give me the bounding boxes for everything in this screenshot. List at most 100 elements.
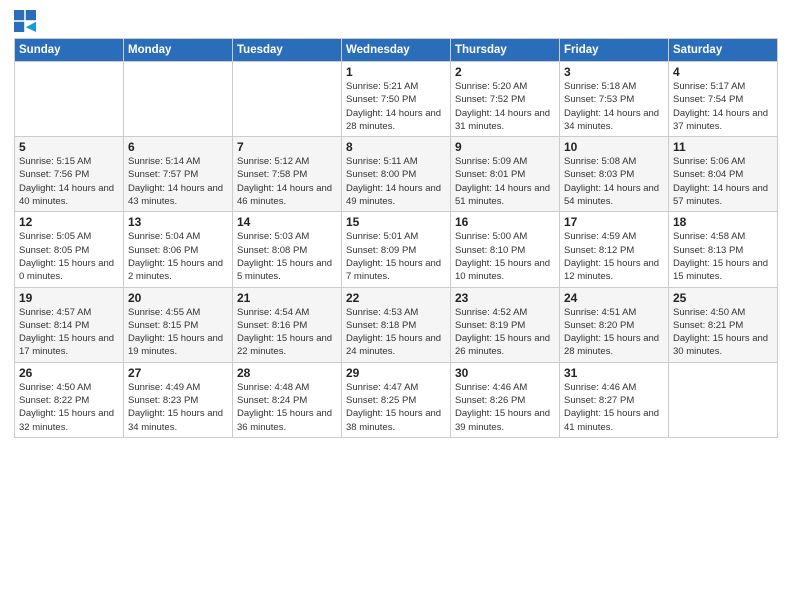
calendar-cell: 1Sunrise: 5:21 AMSunset: 7:50 PMDaylight… xyxy=(342,62,451,137)
calendar-cell: 7Sunrise: 5:12 AMSunset: 7:58 PMDaylight… xyxy=(233,137,342,212)
week-row-1: 1Sunrise: 5:21 AMSunset: 7:50 PMDaylight… xyxy=(15,62,778,137)
calendar-cell: 2Sunrise: 5:20 AMSunset: 7:52 PMDaylight… xyxy=(451,62,560,137)
day-number: 4 xyxy=(673,65,773,79)
day-number: 8 xyxy=(346,140,446,154)
day-info: Sunrise: 4:51 AMSunset: 8:20 PMDaylight:… xyxy=(564,306,664,359)
day-number: 28 xyxy=(237,366,337,380)
weekday-header-thursday: Thursday xyxy=(451,39,560,62)
day-number: 22 xyxy=(346,291,446,305)
day-number: 2 xyxy=(455,65,555,79)
week-row-5: 26Sunrise: 4:50 AMSunset: 8:22 PMDayligh… xyxy=(15,362,778,437)
day-number: 24 xyxy=(564,291,664,305)
weekday-header-sunday: Sunday xyxy=(15,39,124,62)
day-info: Sunrise: 5:05 AMSunset: 8:05 PMDaylight:… xyxy=(19,230,119,283)
calendar-cell: 13Sunrise: 5:04 AMSunset: 8:06 PMDayligh… xyxy=(124,212,233,287)
day-info: Sunrise: 4:54 AMSunset: 8:16 PMDaylight:… xyxy=(237,306,337,359)
day-info: Sunrise: 5:00 AMSunset: 8:10 PMDaylight:… xyxy=(455,230,555,283)
calendar-page: SundayMondayTuesdayWednesdayThursdayFrid… xyxy=(0,0,792,448)
day-number: 1 xyxy=(346,65,446,79)
day-info: Sunrise: 5:17 AMSunset: 7:54 PMDaylight:… xyxy=(673,80,773,133)
day-number: 16 xyxy=(455,215,555,229)
day-number: 25 xyxy=(673,291,773,305)
calendar-cell xyxy=(233,62,342,137)
day-number: 9 xyxy=(455,140,555,154)
calendar-cell: 23Sunrise: 4:52 AMSunset: 8:19 PMDayligh… xyxy=(451,287,560,362)
weekday-header-saturday: Saturday xyxy=(669,39,778,62)
day-info: Sunrise: 5:03 AMSunset: 8:08 PMDaylight:… xyxy=(237,230,337,283)
logo-icon xyxy=(14,10,36,32)
day-number: 10 xyxy=(564,140,664,154)
calendar-table: SundayMondayTuesdayWednesdayThursdayFrid… xyxy=(14,38,778,438)
weekday-header-tuesday: Tuesday xyxy=(233,39,342,62)
calendar-cell: 5Sunrise: 5:15 AMSunset: 7:56 PMDaylight… xyxy=(15,137,124,212)
calendar-cell: 3Sunrise: 5:18 AMSunset: 7:53 PMDaylight… xyxy=(560,62,669,137)
calendar-cell: 26Sunrise: 4:50 AMSunset: 8:22 PMDayligh… xyxy=(15,362,124,437)
calendar-cell: 9Sunrise: 5:09 AMSunset: 8:01 PMDaylight… xyxy=(451,137,560,212)
calendar-cell: 12Sunrise: 5:05 AMSunset: 8:05 PMDayligh… xyxy=(15,212,124,287)
day-number: 31 xyxy=(564,366,664,380)
calendar-cell: 6Sunrise: 5:14 AMSunset: 7:57 PMDaylight… xyxy=(124,137,233,212)
calendar-cell: 18Sunrise: 4:58 AMSunset: 8:13 PMDayligh… xyxy=(669,212,778,287)
day-number: 21 xyxy=(237,291,337,305)
day-info: Sunrise: 4:55 AMSunset: 8:15 PMDaylight:… xyxy=(128,306,228,359)
day-info: Sunrise: 4:58 AMSunset: 8:13 PMDaylight:… xyxy=(673,230,773,283)
calendar-cell: 16Sunrise: 5:00 AMSunset: 8:10 PMDayligh… xyxy=(451,212,560,287)
calendar-cell: 8Sunrise: 5:11 AMSunset: 8:00 PMDaylight… xyxy=(342,137,451,212)
calendar-cell: 22Sunrise: 4:53 AMSunset: 8:18 PMDayligh… xyxy=(342,287,451,362)
day-number: 3 xyxy=(564,65,664,79)
calendar-cell: 25Sunrise: 4:50 AMSunset: 8:21 PMDayligh… xyxy=(669,287,778,362)
header xyxy=(14,10,778,32)
day-info: Sunrise: 4:50 AMSunset: 8:21 PMDaylight:… xyxy=(673,306,773,359)
day-number: 26 xyxy=(19,366,119,380)
day-info: Sunrise: 4:52 AMSunset: 8:19 PMDaylight:… xyxy=(455,306,555,359)
calendar-cell xyxy=(15,62,124,137)
day-info: Sunrise: 4:47 AMSunset: 8:25 PMDaylight:… xyxy=(346,381,446,434)
day-number: 11 xyxy=(673,140,773,154)
day-info: Sunrise: 4:46 AMSunset: 8:26 PMDaylight:… xyxy=(455,381,555,434)
day-info: Sunrise: 5:20 AMSunset: 7:52 PMDaylight:… xyxy=(455,80,555,133)
calendar-cell: 19Sunrise: 4:57 AMSunset: 8:14 PMDayligh… xyxy=(15,287,124,362)
day-number: 18 xyxy=(673,215,773,229)
day-info: Sunrise: 5:21 AMSunset: 7:50 PMDaylight:… xyxy=(346,80,446,133)
calendar-cell: 27Sunrise: 4:49 AMSunset: 8:23 PMDayligh… xyxy=(124,362,233,437)
day-info: Sunrise: 5:14 AMSunset: 7:57 PMDaylight:… xyxy=(128,155,228,208)
day-number: 6 xyxy=(128,140,228,154)
day-number: 13 xyxy=(128,215,228,229)
day-number: 17 xyxy=(564,215,664,229)
calendar-cell: 10Sunrise: 5:08 AMSunset: 8:03 PMDayligh… xyxy=(560,137,669,212)
day-number: 19 xyxy=(19,291,119,305)
day-number: 5 xyxy=(19,140,119,154)
weekday-header-wednesday: Wednesday xyxy=(342,39,451,62)
calendar-cell: 11Sunrise: 5:06 AMSunset: 8:04 PMDayligh… xyxy=(669,137,778,212)
day-number: 29 xyxy=(346,366,446,380)
day-info: Sunrise: 4:50 AMSunset: 8:22 PMDaylight:… xyxy=(19,381,119,434)
day-info: Sunrise: 5:15 AMSunset: 7:56 PMDaylight:… xyxy=(19,155,119,208)
day-number: 23 xyxy=(455,291,555,305)
calendar-cell: 15Sunrise: 5:01 AMSunset: 8:09 PMDayligh… xyxy=(342,212,451,287)
day-number: 30 xyxy=(455,366,555,380)
calendar-cell: 21Sunrise: 4:54 AMSunset: 8:16 PMDayligh… xyxy=(233,287,342,362)
day-info: Sunrise: 4:48 AMSunset: 8:24 PMDaylight:… xyxy=(237,381,337,434)
calendar-cell: 24Sunrise: 4:51 AMSunset: 8:20 PMDayligh… xyxy=(560,287,669,362)
day-info: Sunrise: 4:53 AMSunset: 8:18 PMDaylight:… xyxy=(346,306,446,359)
logo xyxy=(14,10,38,32)
day-number: 20 xyxy=(128,291,228,305)
week-row-3: 12Sunrise: 5:05 AMSunset: 8:05 PMDayligh… xyxy=(15,212,778,287)
day-number: 14 xyxy=(237,215,337,229)
week-row-2: 5Sunrise: 5:15 AMSunset: 7:56 PMDaylight… xyxy=(15,137,778,212)
calendar-cell: 14Sunrise: 5:03 AMSunset: 8:08 PMDayligh… xyxy=(233,212,342,287)
day-info: Sunrise: 5:12 AMSunset: 7:58 PMDaylight:… xyxy=(237,155,337,208)
calendar-cell xyxy=(669,362,778,437)
day-number: 12 xyxy=(19,215,119,229)
calendar-cell: 28Sunrise: 4:48 AMSunset: 8:24 PMDayligh… xyxy=(233,362,342,437)
day-info: Sunrise: 4:59 AMSunset: 8:12 PMDaylight:… xyxy=(564,230,664,283)
day-info: Sunrise: 5:01 AMSunset: 8:09 PMDaylight:… xyxy=(346,230,446,283)
calendar-cell: 17Sunrise: 4:59 AMSunset: 8:12 PMDayligh… xyxy=(560,212,669,287)
calendar-cell: 30Sunrise: 4:46 AMSunset: 8:26 PMDayligh… xyxy=(451,362,560,437)
weekday-header-monday: Monday xyxy=(124,39,233,62)
calendar-cell: 29Sunrise: 4:47 AMSunset: 8:25 PMDayligh… xyxy=(342,362,451,437)
weekday-header-friday: Friday xyxy=(560,39,669,62)
day-number: 27 xyxy=(128,366,228,380)
day-number: 7 xyxy=(237,140,337,154)
day-number: 15 xyxy=(346,215,446,229)
